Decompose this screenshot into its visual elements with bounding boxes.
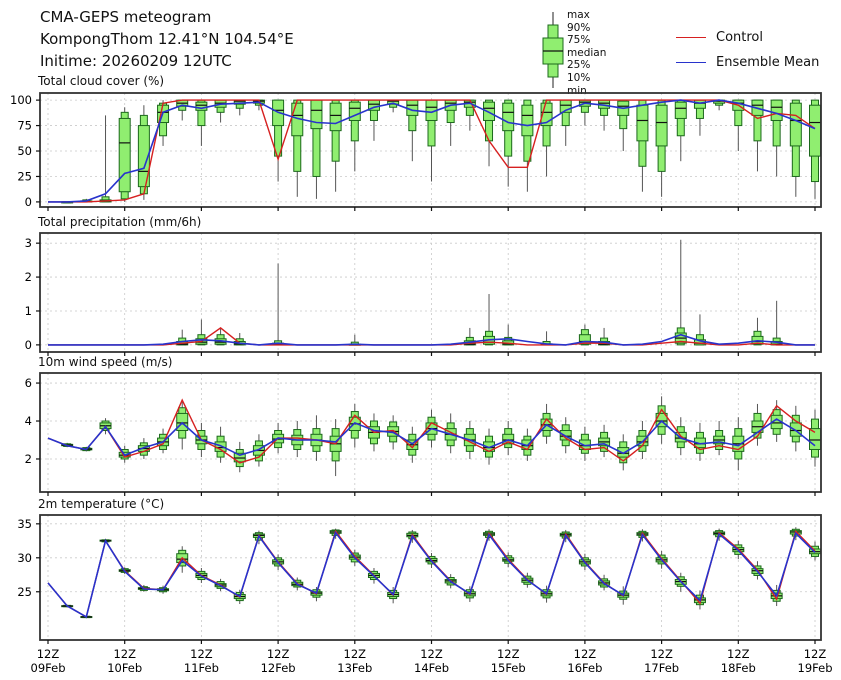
y-tick-label: 30 xyxy=(17,551,32,565)
y-tick-label: 4 xyxy=(25,414,32,428)
y-tick-label: 0 xyxy=(25,195,32,209)
x-tick-date-label: 17Feb xyxy=(644,661,679,675)
box-25-75 xyxy=(771,100,782,120)
x-tick-date-label: 18Feb xyxy=(721,661,756,675)
y-tick-label: 50 xyxy=(17,144,32,158)
x-tick-hour-label: 12Z xyxy=(37,647,60,661)
x-tick-date-label: 09Feb xyxy=(31,661,66,675)
x-tick-hour-label: 12Z xyxy=(267,647,290,661)
panel-frame xyxy=(40,515,821,640)
x-tick-date-label: 14Feb xyxy=(414,661,449,675)
y-tick-label: 100 xyxy=(10,93,32,107)
x-tick-date-label: 12Feb xyxy=(261,661,296,675)
box-25-75 xyxy=(330,103,341,130)
meteogram-plot: 0255075100012324625303512Z09Feb12Z10Feb1… xyxy=(0,0,841,680)
box-25-75 xyxy=(119,118,130,191)
box-25-75 xyxy=(656,105,667,146)
y-tick-label: 1 xyxy=(25,304,32,318)
box-25-75 xyxy=(675,102,686,118)
control-line xyxy=(48,531,815,617)
box-25-75 xyxy=(790,103,801,146)
y-tick-label: 25 xyxy=(17,169,32,183)
x-tick-date-label: 16Feb xyxy=(567,661,602,675)
x-tick-date-label: 15Feb xyxy=(491,661,526,675)
box-25-75 xyxy=(522,105,533,136)
box-25-75 xyxy=(637,105,648,141)
meteogram-app: CMA-GEPS meteogram KompongThom 12.41°N 1… xyxy=(0,0,841,680)
y-tick-label: 2 xyxy=(25,270,32,284)
y-tick-label: 35 xyxy=(17,517,32,531)
x-tick-hour-label: 12Z xyxy=(344,647,367,661)
box-25-75 xyxy=(407,100,418,115)
x-tick-hour-label: 12Z xyxy=(727,647,750,661)
box-25-75 xyxy=(311,100,322,129)
y-tick-label: 6 xyxy=(25,376,32,390)
x-tick-hour-label: 12Z xyxy=(804,647,827,661)
panel-frame xyxy=(40,233,821,352)
x-tick-date-label: 11Feb xyxy=(184,661,219,675)
x-tick-hour-label: 12Z xyxy=(574,647,597,661)
x-tick-date-label: 10Feb xyxy=(107,661,142,675)
x-tick-date-label: 13Feb xyxy=(337,661,372,675)
box-25-75 xyxy=(694,100,705,108)
x-tick-hour-label: 12Z xyxy=(420,647,443,661)
x-tick-hour-label: 12Z xyxy=(497,647,520,661)
y-tick-label: 0 xyxy=(25,338,32,352)
x-tick-hour-label: 12Z xyxy=(190,647,213,661)
x-tick-date-label: 19Feb xyxy=(798,661,833,675)
x-tick-hour-label: 12Z xyxy=(113,647,136,661)
x-tick-hour-label: 12Z xyxy=(650,647,673,661)
y-tick-label: 25 xyxy=(17,585,32,599)
y-tick-label: 2 xyxy=(25,452,32,466)
box-25-75 xyxy=(618,448,629,457)
y-tick-label: 75 xyxy=(17,119,32,133)
box-25-75 xyxy=(810,105,821,156)
box-25-75 xyxy=(503,103,514,130)
y-tick-label: 3 xyxy=(25,236,32,250)
